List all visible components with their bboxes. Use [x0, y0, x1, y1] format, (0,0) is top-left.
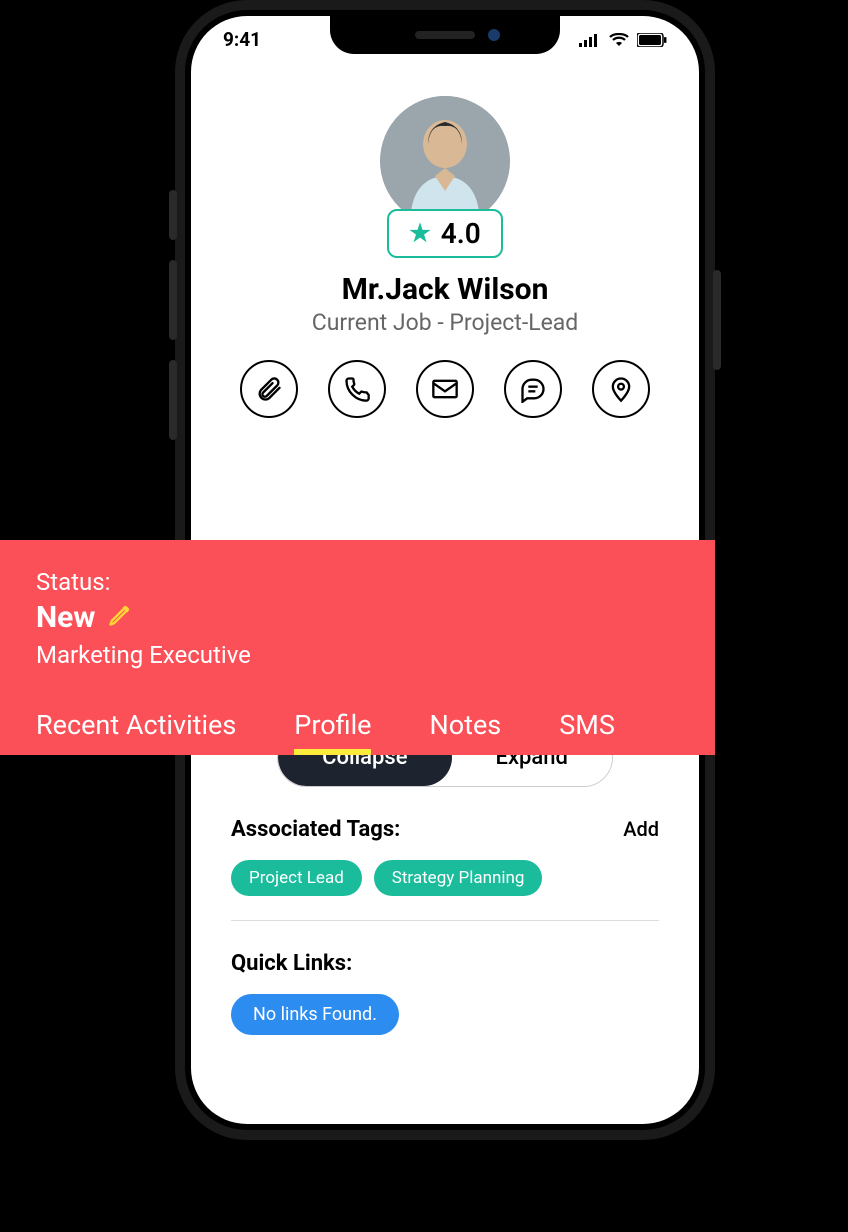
signal-icon [579, 33, 601, 47]
status-role: Marketing Executive [36, 641, 679, 669]
mail-icon [431, 375, 459, 403]
phone-icon [343, 375, 371, 403]
divider [231, 920, 659, 921]
tag-item[interactable]: Project Lead [231, 860, 362, 896]
status-label: Status: [36, 568, 679, 596]
wifi-icon [609, 33, 629, 47]
call-button[interactable] [328, 360, 386, 418]
paperclip-icon [255, 375, 283, 403]
profile-job: Current Job - Project-Lead [191, 309, 699, 336]
notch [330, 16, 560, 54]
status-value: New [36, 600, 95, 635]
no-links-pill: No links Found. [231, 994, 399, 1035]
add-tag-button[interactable]: Add [623, 817, 659, 841]
location-icon [607, 375, 635, 403]
links-title: Quick Links: [231, 951, 659, 976]
email-button[interactable] [416, 360, 474, 418]
tags-title: Associated Tags: [231, 817, 400, 842]
rating-value: 4.0 [441, 217, 481, 250]
tab-recent-activities[interactable]: Recent Activities [36, 709, 236, 755]
star-icon: ★ [409, 219, 431, 247]
edit-status-button[interactable] [107, 600, 135, 635]
message-button[interactable] [504, 360, 562, 418]
status-panel: Status: New Marketing Executive Recent A… [0, 540, 715, 755]
tab-profile[interactable]: Profile [294, 709, 371, 755]
pencil-icon [107, 600, 135, 628]
profile-name: Mr.Jack Wilson [191, 272, 699, 307]
location-button[interactable] [592, 360, 650, 418]
attachment-button[interactable] [240, 360, 298, 418]
tab-notes[interactable]: Notes [429, 709, 501, 755]
battery-icon [637, 33, 667, 47]
status-time: 9:41 [223, 28, 261, 51]
rating-badge: ★ 4.0 [387, 209, 502, 258]
tab-sms[interactable]: SMS [559, 709, 615, 755]
tag-item[interactable]: Strategy Planning [374, 860, 543, 896]
avatar[interactable] [380, 96, 510, 226]
chat-icon [519, 375, 547, 403]
